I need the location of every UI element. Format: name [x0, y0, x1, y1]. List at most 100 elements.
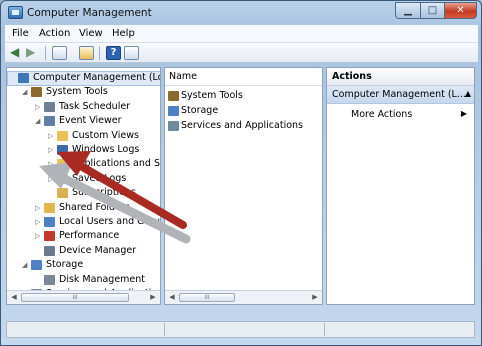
tree-node-icon — [44, 231, 55, 242]
actions-group-label: Computer Management (L... — [332, 89, 466, 100]
expander-icon[interactable]: ▷ — [35, 215, 43, 229]
list-item[interactable]: Storage — [165, 104, 322, 118]
tree-node[interactable]: ▷ Local Users and Groups — [7, 215, 161, 229]
expander-icon[interactable]: ▷ — [48, 143, 56, 157]
scroll-left-icon[interactable]: ◀ — [9, 293, 19, 301]
tree-node-icon — [57, 145, 68, 155]
forward-arrow-icon[interactable]: ▶ — [26, 46, 41, 60]
computer-management-icon — [8, 6, 23, 19]
actions-header: Actions — [327, 68, 474, 86]
expander-icon[interactable]: ◢ — [35, 114, 43, 128]
minimize-button[interactable]: ▁ — [395, 2, 421, 19]
results-horizontal-scrollbar[interactable]: ◀ III ▶ — [165, 290, 322, 304]
tree-node-icon — [31, 260, 42, 271]
list-item[interactable]: Services and Applications — [165, 119, 322, 133]
expander-icon[interactable]: ◢ — [22, 258, 30, 272]
scroll-thumb[interactable]: III — [179, 293, 235, 302]
collapse-caret-icon[interactable]: ▲ — [465, 89, 471, 98]
tree-node-icon — [18, 73, 29, 83]
scroll-right-icon[interactable]: ▶ — [310, 293, 320, 301]
status-divider — [164, 323, 165, 336]
console-tree[interactable]: Computer Management (Local◢System Tools▷… — [6, 67, 161, 305]
tree-node-label: Subscriptions — [72, 187, 136, 199]
tree-node-label: Custom Views — [72, 129, 139, 141]
tree-node-icon — [44, 274, 55, 285]
list-item[interactable]: System Tools — [165, 89, 322, 103]
list-item-icon — [168, 106, 179, 116]
export-list-icon[interactable] — [79, 46, 94, 60]
tree-node[interactable]: ▷ Applications and Se — [7, 157, 160, 171]
title-bar[interactable]: Computer Management ▁ □ ✕ — [1, 1, 481, 25]
tree-node[interactable]: ◢ Storage — [7, 258, 160, 272]
toolbar: ◀ ▶ ? — [5, 43, 478, 63]
tree-node[interactable]: Computer Management (Local — [7, 71, 160, 86]
help-icon[interactable]: ? — [106, 46, 121, 60]
menu-bar: File Action View Help — [5, 25, 478, 43]
list-item-label: System Tools — [181, 90, 243, 101]
tree-node[interactable]: ◢ Event Viewer — [7, 114, 160, 128]
tree-node[interactable]: ▷ Performance — [7, 229, 160, 243]
close-button[interactable]: ✕ — [444, 2, 477, 19]
list-item-label: Storage — [181, 105, 219, 116]
list-item-icon — [168, 121, 179, 131]
tree-node[interactable]: ▷ Windows Logs — [7, 143, 160, 157]
expander-icon[interactable]: ▷ — [48, 129, 56, 143]
tree-node[interactable]: ▷ Saved Logs — [7, 172, 160, 186]
show-hide-console-tree-icon[interactable] — [52, 46, 67, 60]
show-hide-action-pane-icon[interactable] — [124, 46, 139, 60]
scroll-thumb[interactable]: III — [21, 293, 129, 302]
tree-node-label: Windows Logs — [72, 144, 140, 155]
tree-node-label: Event Viewer — [59, 115, 122, 127]
tree-node-label: Computer Management (Local — [33, 72, 160, 83]
back-arrow-icon[interactable]: ◀ — [10, 46, 25, 60]
tree-node-icon — [57, 130, 68, 141]
tree-node-label: Local Users and Groups — [59, 216, 161, 227]
expander-icon[interactable]: ▷ — [35, 100, 43, 114]
tree-horizontal-scrollbar[interactable]: ◀ III ▶ — [7, 290, 160, 304]
tree-node-icon — [57, 188, 68, 199]
submenu-arrow-icon[interactable]: ▶ — [461, 109, 467, 118]
tree-node[interactable]: ▷ Custom Views — [7, 129, 160, 143]
tree-node[interactable]: ▷ Shared Folders — [7, 201, 160, 215]
tree-node-label: Storage — [46, 259, 84, 271]
tree-node-icon — [44, 202, 55, 213]
scroll-left-icon[interactable]: ◀ — [167, 293, 177, 301]
tree-node[interactable]: ▷ Task Scheduler — [7, 100, 160, 114]
tree-node[interactable]: Subscriptions — [7, 186, 160, 200]
tree-node-label: Performance — [59, 230, 120, 242]
list-item-icon — [168, 91, 179, 101]
tree-node-label: System Tools — [46, 86, 108, 98]
computer-management-window: Computer Management ▁ □ ✕ File Action Vi… — [0, 0, 482, 346]
expander-icon[interactable]: ▷ — [35, 201, 43, 215]
menu-file[interactable]: File — [12, 28, 29, 39]
results-pane: Name System Tools Storage Services and App… — [164, 67, 323, 305]
tree-node-icon — [57, 173, 68, 184]
expander-icon[interactable]: ◢ — [22, 85, 30, 99]
actions-pane: Actions Computer Management (L... ▲ More… — [326, 67, 475, 305]
more-actions-link[interactable]: More Actions — [351, 109, 412, 120]
expander-icon[interactable]: ▷ — [48, 157, 56, 171]
expander-icon[interactable]: ▷ — [35, 229, 43, 243]
tree-node-icon — [44, 217, 55, 227]
tree-node[interactable]: ◢ System Tools — [7, 85, 160, 99]
tree-node-icon — [44, 101, 55, 112]
list-item-label: Services and Applications — [181, 120, 304, 131]
scroll-right-icon[interactable]: ▶ — [148, 293, 158, 301]
tree-node-icon — [44, 116, 55, 127]
maximize-button[interactable]: □ — [420, 2, 445, 19]
status-divider — [324, 323, 325, 336]
menu-help[interactable]: Help — [112, 28, 135, 39]
tree-node[interactable]: Device Manager — [7, 244, 160, 258]
tree-node-label: Saved Logs — [72, 172, 127, 184]
status-bar — [6, 321, 475, 338]
menu-view[interactable]: View — [79, 28, 103, 39]
tree-node-label: Task Scheduler — [59, 100, 131, 112]
expander-icon[interactable]: ▷ — [48, 172, 56, 186]
tree-node[interactable]: Disk Management — [7, 273, 160, 287]
tree-node-label: Shared Folders — [59, 201, 130, 213]
tree-node-icon — [57, 159, 68, 170]
column-header-name[interactable]: Name — [165, 68, 322, 86]
menu-action[interactable]: Action — [39, 28, 70, 39]
actions-group-computer-management[interactable]: Computer Management (L... ▲ — [327, 86, 474, 104]
tree-node-icon — [44, 245, 55, 256]
